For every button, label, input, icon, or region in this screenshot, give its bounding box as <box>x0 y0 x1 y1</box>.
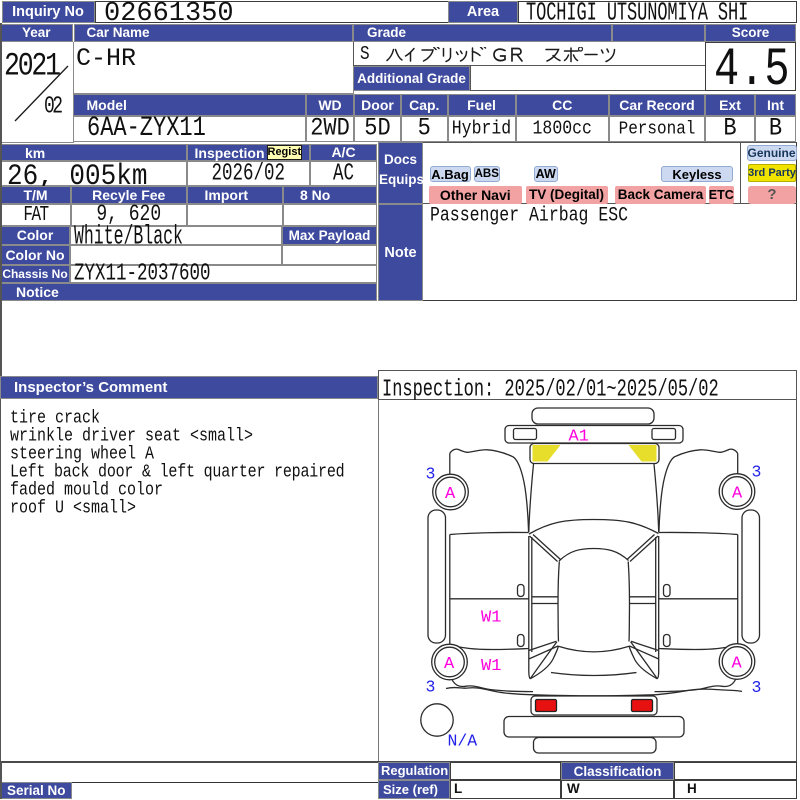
svg-text:A: A <box>732 655 743 674</box>
svg-text:3: 3 <box>426 465 436 484</box>
svg-text:N/A: N/A <box>448 732 478 751</box>
svg-text:3: 3 <box>752 678 762 697</box>
svg-text:3: 3 <box>752 463 762 482</box>
svg-text:A: A <box>444 655 455 674</box>
svg-text:W1: W1 <box>481 609 501 628</box>
svg-text:A: A <box>445 485 456 504</box>
svg-text:W1: W1 <box>481 657 501 676</box>
svg-text:A: A <box>732 485 743 504</box>
svg-text:3: 3 <box>426 678 436 697</box>
svg-text:A1: A1 <box>569 428 589 447</box>
